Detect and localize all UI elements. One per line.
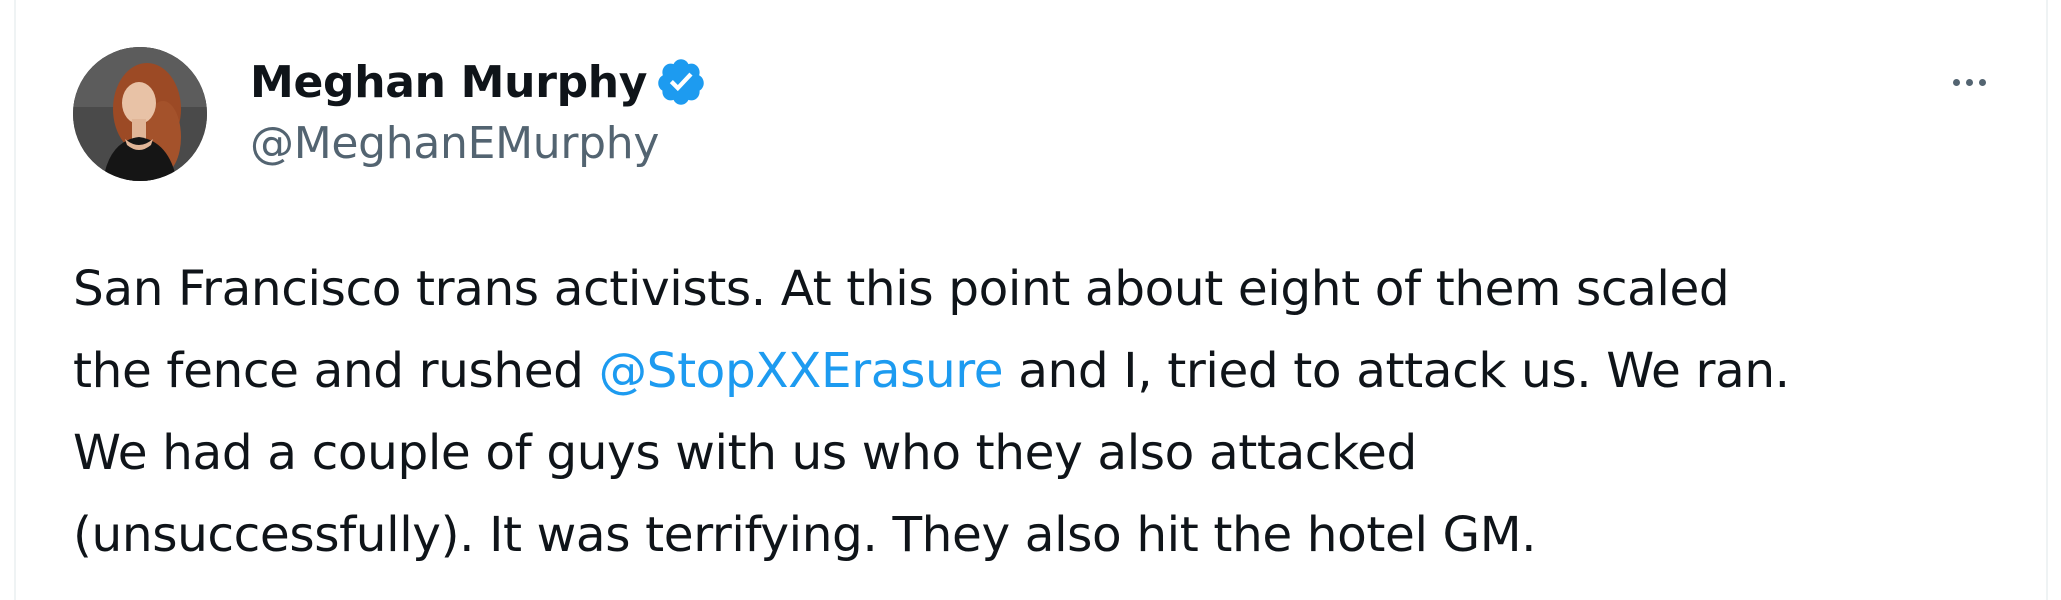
tweet-card: Meghan Murphy @MeghanEMurphy San Francis… — [14, 0, 2048, 600]
author-display-name[interactable]: Meghan Murphy — [250, 57, 648, 108]
tweet-line-2-end: and I, tried to attack us. We ran. — [1003, 343, 1790, 399]
tweet-line-2-start: the fence and rushed — [73, 343, 599, 399]
tweet-line-2: the fence and rushed @StopXXErasure and … — [73, 330, 2033, 412]
tweet-line-1: San Francisco trans activists. At this p… — [73, 261, 1730, 317]
tweet-line-3: We had a couple of guys with us who they… — [73, 425, 1417, 481]
more-options-button[interactable] — [1934, 56, 2004, 108]
mention-link[interactable]: @StopXXErasure — [599, 343, 1004, 399]
author-handle[interactable]: @MeghanEMurphy — [250, 118, 659, 169]
author-name-row[interactable]: Meghan Murphy — [250, 52, 707, 112]
avatar[interactable] — [73, 47, 207, 181]
avatar-image — [73, 47, 207, 181]
tweet-line-4: (unsuccessfully). It was terrifying. The… — [73, 507, 1537, 563]
more-options-dot — [1965, 78, 1973, 86]
tweet-text: San Francisco trans activists. At this p… — [73, 248, 2033, 576]
more-options-icon — [1952, 78, 1960, 86]
verified-badge-icon[interactable] — [655, 56, 707, 108]
more-options-dot — [1978, 78, 1986, 86]
